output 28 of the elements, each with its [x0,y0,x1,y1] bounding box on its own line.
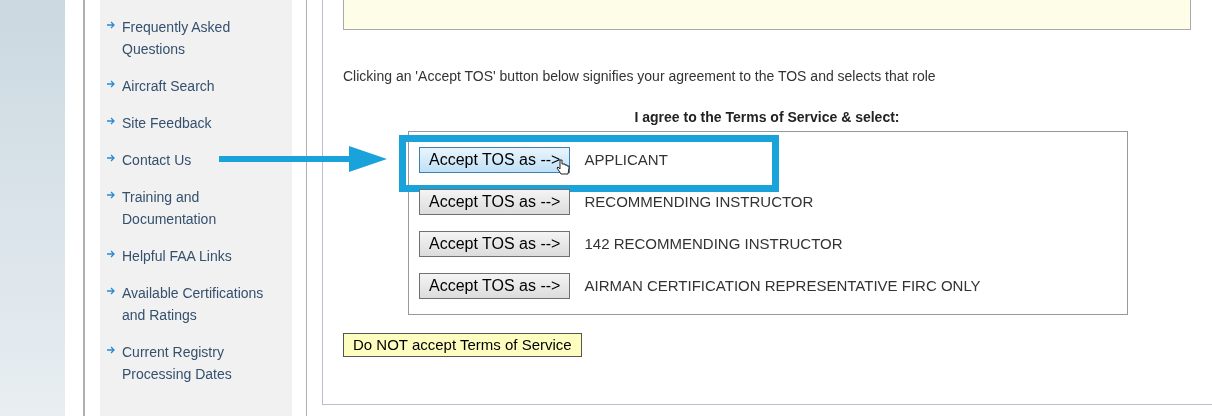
sidebar-link[interactable]: Current Registry Processing Dates [122,341,272,385]
sidebar-link[interactable]: Aircraft Search [122,75,215,97]
role-label: RECOMMENDING INSTRUCTOR [584,191,814,212]
arrow-icon [106,249,116,259]
pointer-arrow-icon [219,144,389,174]
role-label: APPLICANT [584,149,668,170]
arrow-icon [106,116,116,126]
accept-button[interactable]: Accept TOS as --> [419,231,571,257]
arrow-icon [106,190,116,200]
arrow-icon [106,345,116,355]
sidebar-link[interactable]: Training and Documentation [122,186,272,230]
decline-button[interactable]: Do NOT accept Terms of Service [343,333,582,357]
sidebar-link[interactable]: Frequently Asked Questions [122,16,272,60]
sidebar-link[interactable]: Helpful FAA Links [122,245,232,267]
instruction-text: Clicking an 'Accept TOS' button below signifies your agreement to the TOS and selects that role [343,67,937,86]
accept-button[interactable]: Accept TOS as --> [419,189,571,215]
arrow-icon [106,20,116,30]
sidebar-link[interactable]: Available Certifications and Ratings [122,282,272,326]
role-heading: I agree to the Terms of Service & select: [633,108,901,127]
accept-button[interactable]: Accept TOS as --> [419,273,571,299]
arrow-icon [106,79,116,89]
sidebar-link[interactable]: Site Feedback [122,112,212,134]
accept-button[interactable]: Accept TOS as --> [419,147,571,173]
role-label: AIRMAN CERTIFICATION REPRESENTATIVE FIRC ONLY [584,275,981,296]
arrow-icon [106,153,116,163]
arrow-icon [106,286,116,296]
sidebar-link[interactable]: Contact Us [122,149,192,171]
role-label: 142 RECOMMENDING INSTRUCTOR [584,233,843,254]
